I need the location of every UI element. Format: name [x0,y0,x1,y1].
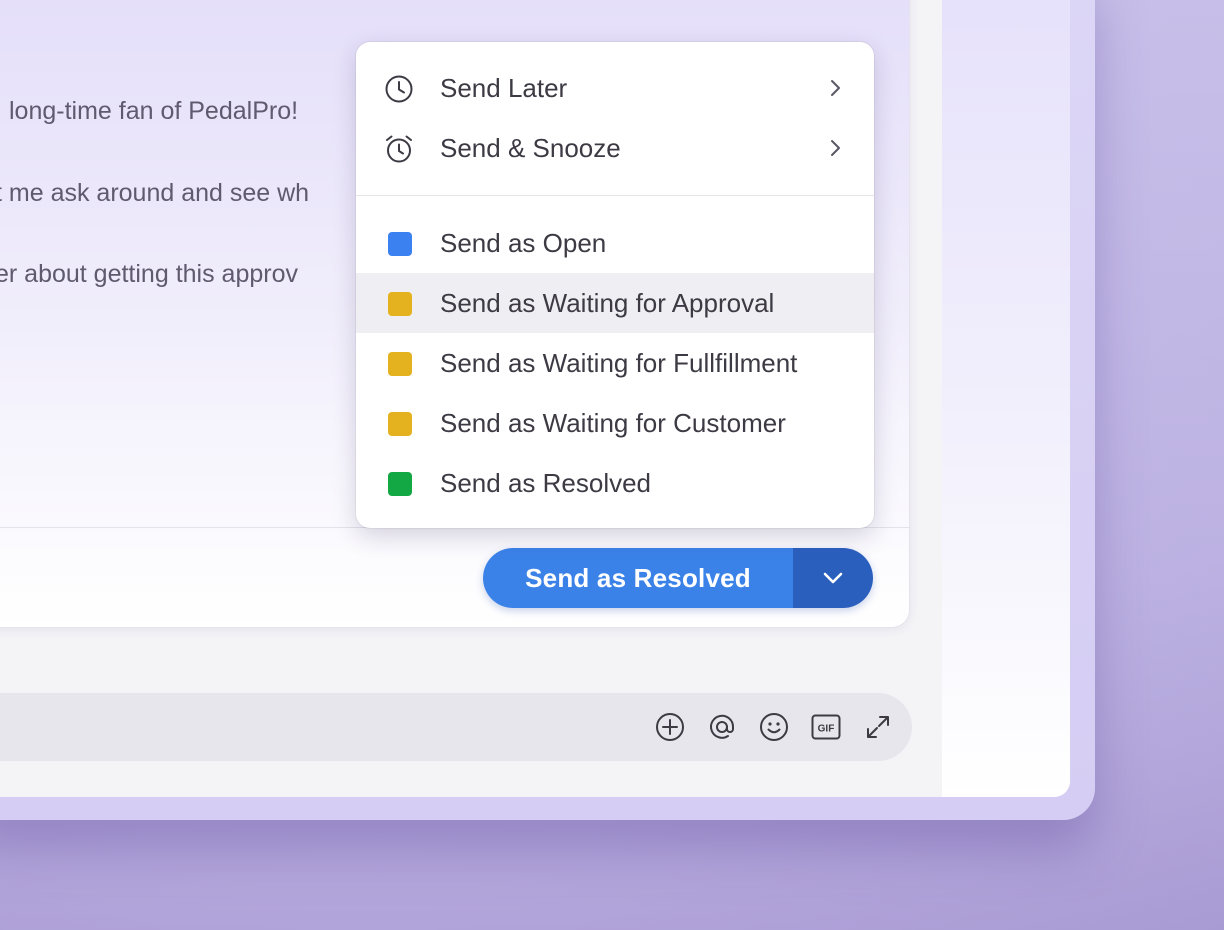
alarm-clock-icon [386,135,412,163]
side-panel [942,0,1070,797]
menu-item-label: Send as Waiting for Approval [440,287,775,318]
message-line: t me ask around and see wh [0,179,310,207]
menu-item-label: Send & Snooze [440,132,621,163]
menu-item-send-waiting-fulfillment[interactable]: Send as Waiting for Fullfillment [356,333,874,393]
status-swatch [388,352,412,376]
emoji-icon[interactable] [758,711,790,743]
clock-icon [385,75,413,103]
svg-text:GIF: GIF [818,724,835,735]
status-swatch [388,472,412,496]
menu-item-label: Send Later [440,72,568,103]
status-swatch [388,232,412,256]
status-swatch [388,292,412,316]
message-line: long-time fan of PedalPro! [9,97,299,125]
menu-item-send-resolved[interactable]: Send as Resolved [356,453,874,513]
menu-item-send-waiting-approval[interactable]: Send as Waiting for Approval [356,273,874,333]
message-line: er about getting this approv [0,260,298,288]
menu-item-send-snooze[interactable]: Send & Snooze [356,118,874,178]
mention-icon[interactable] [706,711,738,743]
add-circle-icon[interactable] [654,711,686,743]
status-swatch [388,412,412,436]
menu-divider [356,195,874,196]
expand-icon[interactable] [862,711,894,743]
chevron-right-icon [831,80,840,96]
menu-item-label: Send as Waiting for Customer [440,407,786,438]
menu-item-label: Send as Resolved [440,467,652,498]
menu-item-send-waiting-customer[interactable]: Send as Waiting for Customer [356,393,874,453]
send-options-menu: Send Later Send & Snooze Send as Open Se… [356,42,874,528]
chevron-down-icon [823,572,843,584]
send-split-button: Send as Resolved [483,548,873,608]
send-button[interactable]: Send as Resolved [483,548,793,608]
menu-item-send-later[interactable]: Send Later [356,58,874,118]
gif-icon[interactable]: GIF [810,711,842,743]
menu-item-label: Send as Open [440,227,607,258]
send-options-toggle[interactable] [793,548,873,608]
menu-item-label: Send as Waiting for Fullfillment [440,347,798,378]
chevron-right-icon [831,140,840,156]
menu-item-send-open[interactable]: Send as Open [356,213,874,273]
